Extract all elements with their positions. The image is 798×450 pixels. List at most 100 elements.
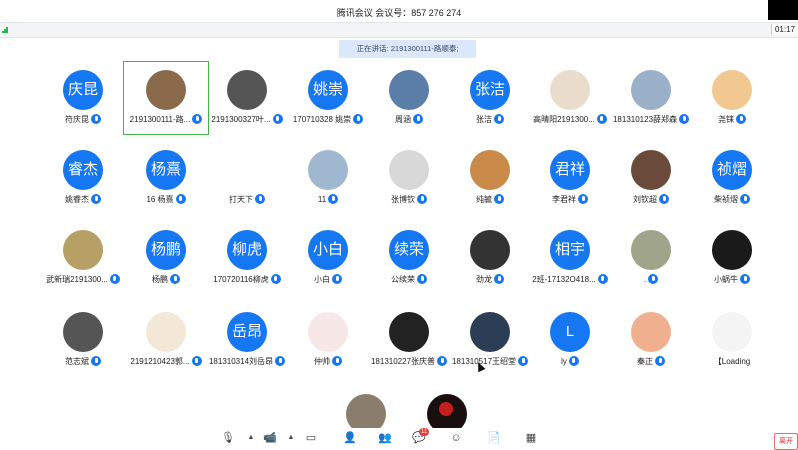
camera-off-icon[interactable]: 📹 <box>263 432 277 444</box>
participant-tile[interactable]: 周涵 <box>367 62 451 134</box>
participant-tile[interactable]: 尧铼 <box>690 62 774 134</box>
reactions-icon[interactable]: ☺ <box>450 432 462 444</box>
mic-icon <box>597 274 608 284</box>
participant-label: 170710328 姚崇 <box>286 114 370 125</box>
participant-tile[interactable]: 杨鹏 杨鹏 <box>124 222 208 294</box>
participant-tile[interactable]: 2191210423郭... <box>124 304 208 376</box>
apps-icon[interactable]: ▦ <box>525 432 537 444</box>
mic-icon <box>353 114 364 124</box>
participant-tile[interactable]: 秦正 <box>609 304 693 376</box>
participant-avatar: 小白 <box>308 230 348 270</box>
participant-avatar <box>389 150 429 190</box>
participant-tile[interactable]: 相宇 2班-17132O418... <box>528 222 612 294</box>
participant-tile[interactable]: 柳虎 170720116柳虎 <box>205 222 289 294</box>
participant-tile[interactable]: 岳昂 181310314刘岳昂 <box>205 304 289 376</box>
mic-icon <box>255 194 265 204</box>
participant-tile[interactable]: 张博钦 <box>367 142 451 214</box>
participant-label: 打天下 <box>205 194 289 205</box>
documents-icon[interactable]: 📄 <box>487 432 501 444</box>
participant-tile[interactable]: 君祥 李君祥 <box>528 142 612 214</box>
participant-label: 181310314刘岳昂 <box>205 356 289 367</box>
participant-avatar: 续荣 <box>389 230 429 270</box>
participant-avatar <box>470 312 510 352</box>
participant-tile[interactable]: 庆昆 符庆昆 <box>41 62 125 134</box>
mic-icon <box>648 274 659 284</box>
speaking-banner: 正在讲话: 2191300111-路顺泰; <box>339 40 476 58</box>
participant-tile[interactable]: 2191300327叶... <box>205 62 289 134</box>
mic-icon <box>272 114 283 124</box>
window-corner <box>768 0 798 20</box>
mute-mic-icon[interactable]: 🎙 <box>221 432 235 444</box>
participant-label: 170720116柳虎 <box>205 274 289 285</box>
mic-icon <box>109 274 120 284</box>
mic-icon <box>417 194 427 204</box>
participant-tile[interactable]: 范志斌 <box>41 304 125 376</box>
participant-name: 170720116柳虎 <box>213 275 269 284</box>
participant-label: 尧铼 <box>690 114 774 125</box>
participant-tile[interactable]: 杨熹 16 杨熹 <box>124 142 208 214</box>
leave-button[interactable]: 离开 <box>774 433 798 450</box>
participant-tile[interactable]: 小白 小白 <box>286 222 370 294</box>
participant-avatar <box>631 312 671 352</box>
participant-avatar <box>712 312 752 352</box>
members-icon[interactable]: 👥 <box>378 432 392 444</box>
participant-tile[interactable]: Lly <box>528 304 612 376</box>
participant-label: 2191300327叶... <box>205 114 289 125</box>
participant-avatar: 相宇 <box>550 230 590 270</box>
participant-avatar <box>63 230 103 270</box>
invite-icon[interactable]: 👤 <box>343 432 357 444</box>
participant-label: 范志斌 <box>41 356 125 367</box>
participant-avatar <box>631 230 671 270</box>
participant-avatar <box>389 70 429 110</box>
participant-avatar: 岳昂 <box>227 312 267 352</box>
participant-label: 2班-17132O418... <box>528 274 612 285</box>
participant-tile[interactable]: 181310227张庆普 <box>367 304 451 376</box>
participant-label: 16 杨熹 <box>124 194 208 205</box>
participant-tile[interactable]: 武新瑞2191300... <box>41 222 125 294</box>
mic-icon <box>596 114 607 124</box>
participant-label: . <box>609 274 693 284</box>
mic-options-chevron-icon[interactable]: ▲ <box>245 432 257 444</box>
participant-tile[interactable]: 张洁 张洁 <box>448 62 532 134</box>
signal-icon <box>2 26 8 33</box>
camera-options-chevron-icon[interactable]: ▲ <box>285 432 297 444</box>
participant-avatar: 庆昆 <box>63 70 103 110</box>
participant-name: 杨鹏 <box>152 275 168 284</box>
participant-tile[interactable]: 睿杰 姚睿杰 <box>41 142 125 214</box>
participant-tile[interactable]: 姚崇 170710328 姚崇 <box>286 62 370 134</box>
participant-tile[interactable]: 续荣 公续荣 <box>367 222 451 294</box>
participant-tile[interactable]: 小蜗牛 <box>690 222 774 294</box>
mic-icon <box>270 274 281 284</box>
participant-label: 姚睿杰 <box>41 194 125 205</box>
participant-name: 181310227张庆普 <box>370 357 436 366</box>
participant-tile[interactable]: 181310517王绍堂 <box>448 304 532 376</box>
participant-avatar <box>631 70 671 110</box>
participant-label: 周涵 <box>367 114 451 125</box>
mic-icon <box>191 356 202 366</box>
participant-tile[interactable]: 2191300111-路... <box>123 61 209 135</box>
title-bar: 腾讯会议 会议号：857 276 274 <box>0 0 798 22</box>
participant-name: 仲帅 <box>314 357 330 366</box>
participant-avatar: 睿杰 <box>63 150 103 190</box>
participant-tile[interactable]: 打天下 <box>205 142 289 214</box>
participant-tile[interactable]: 【Loading <box>690 304 774 376</box>
participant-avatar <box>712 70 752 110</box>
participant-label: 2191210423郭... <box>124 356 208 367</box>
participant-tile[interactable]: 祯熠 柴祯熠 <box>690 142 774 214</box>
participant-name: ly <box>561 357 567 366</box>
participant-tile[interactable]: . <box>609 222 693 294</box>
participant-tile[interactable]: 181310123薛郑森 <box>609 62 693 134</box>
participant-avatar: L <box>550 312 590 352</box>
participant-tile[interactable]: 高晴阳2191300... <box>528 62 612 134</box>
participant-label: 张洁 <box>448 114 532 125</box>
participant-tile[interactable]: 仲帅 <box>286 304 370 376</box>
participant-tile[interactable]: 纯毓 <box>448 142 532 214</box>
mic-icon <box>578 194 588 204</box>
share-screen-icon[interactable]: ▭ <box>305 432 317 444</box>
participant-label: 高晴阳2191300... <box>528 114 612 125</box>
participant-tile[interactable]: 11 <box>286 142 370 214</box>
participant-label: 秦正 <box>609 356 693 367</box>
participant-avatar <box>146 312 186 352</box>
participant-tile[interactable]: 劲龙 <box>448 222 532 294</box>
participant-tile[interactable]: 刘钦超 <box>609 142 693 214</box>
